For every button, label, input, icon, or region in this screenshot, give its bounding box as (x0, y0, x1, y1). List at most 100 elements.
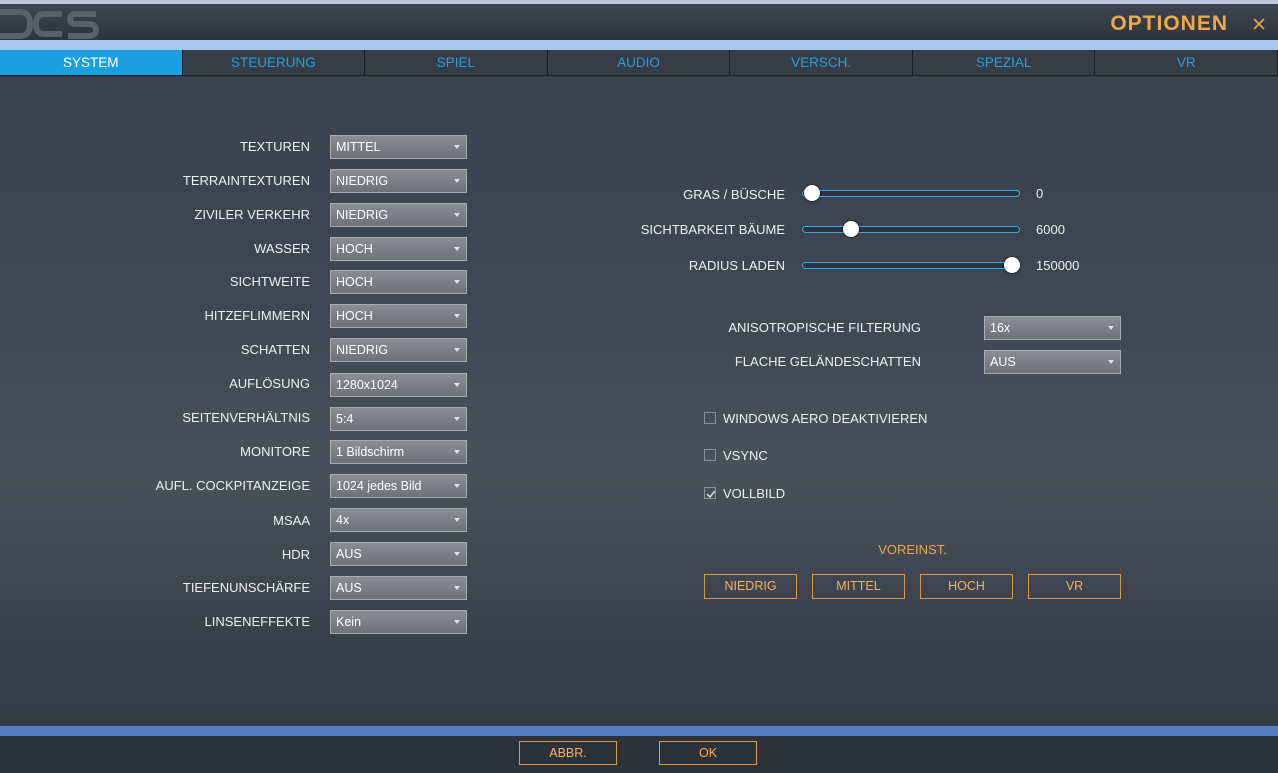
preset-mittel-button[interactable]: MITTEL (812, 574, 905, 599)
setting-label-aufloesung: AUFLÖSUNG (229, 376, 310, 391)
window-title: OPTIONEN (1110, 12, 1228, 35)
select-gelaendeschatten[interactable]: AUS (984, 350, 1121, 374)
preset-niedrig-button[interactable]: NIEDRIG (704, 574, 797, 599)
setting-label-anisotropisch: ANISOTROPISCHE FILTERUNG (728, 320, 921, 335)
select-value: AUS (336, 581, 362, 595)
setting-label-tiefenunschaerfe: TIEFENUNSCHÄRFE (182, 580, 310, 595)
slider-value-gras: 0 (1036, 186, 1044, 201)
chevron-down-icon (454, 213, 460, 217)
footer: ABBR. OK (0, 736, 1278, 773)
close-icon[interactable] (1252, 17, 1266, 31)
setting-label-ziviler-verkehr: ZIVILER VERKEHR (194, 207, 310, 222)
slider-gras[interactable] (802, 185, 1020, 201)
select-value: NIEDRIG (336, 208, 389, 222)
setting-label-gelaendeschatten: FLACHE GELÄNDESCHATTEN (734, 354, 921, 369)
select-seitenverhaeltnis[interactable]: 5:4 (330, 407, 467, 431)
select-linseneffekte[interactable]: Kein (330, 610, 467, 634)
slider-label-radius: RADIUS LADEN (688, 258, 785, 273)
tab-spiel[interactable]: SPIEL (365, 50, 548, 75)
setting-label-schatten: SCHATTEN (240, 342, 310, 357)
slider-radius[interactable] (802, 257, 1021, 273)
checkbox-label-aero: WINDOWS AERO DEAKTIVIEREN (723, 411, 928, 426)
setting-label-seitenverhaeltnis: SEITENVERHÄLTNIS (182, 410, 310, 425)
chevron-down-icon (454, 383, 460, 387)
chevron-down-icon (454, 247, 460, 251)
select-texturen[interactable]: MITTEL (330, 135, 467, 159)
select-value: NIEDRIG (336, 174, 389, 188)
select-sichtweite[interactable]: HOCH (330, 270, 467, 294)
dcs-logo (0, 9, 100, 39)
slider-label-gras: GRAS / BÜSCHE (683, 187, 785, 202)
select-value: 5:4 (336, 412, 354, 426)
preset-vr-button[interactable]: VR (1028, 574, 1121, 599)
tab-system[interactable]: SYSTEM (0, 50, 183, 75)
presets-title: VOREINST. (878, 542, 947, 557)
select-terraintexturen[interactable]: NIEDRIG (330, 169, 467, 193)
setting-label-sichtweite: SICHTWEITE (229, 274, 310, 289)
select-value: Kein (336, 615, 362, 629)
select-value: 1024 jedes Bild (336, 479, 422, 493)
select-value: NIEDRIG (336, 343, 389, 357)
checkmark-icon (706, 490, 716, 499)
select-ziviler-verkehr[interactable]: NIEDRIG (330, 203, 467, 227)
chevron-down-icon (454, 620, 460, 624)
checkbox-vollbild[interactable] (704, 487, 716, 499)
checkbox-vsync[interactable] (704, 449, 716, 461)
select-value: MITTEL (336, 140, 381, 154)
slider-value-baeume: 6000 (1036, 222, 1065, 237)
select-value: HOCH (336, 309, 373, 323)
slider-baeume[interactable] (802, 221, 1020, 237)
chevron-down-icon (454, 484, 460, 488)
setting-label-linseneffekte: LINSENEFFEKTE (204, 614, 310, 629)
slider-value-radius: 150000 (1036, 258, 1080, 273)
ok-button[interactable]: OK (659, 741, 757, 765)
setting-label-monitore: MONITORE (240, 444, 310, 459)
tab-versch[interactable]: VERSCH. (730, 50, 913, 75)
checkbox-label-vollbild: VOLLBILD (723, 486, 786, 501)
tab-steuerung[interactable]: STEUERUNG (183, 50, 366, 75)
select-cockpitanzeige[interactable]: 1024 jedes Bild (330, 474, 467, 498)
tab-audio[interactable]: AUDIO (548, 50, 731, 75)
header-divider (0, 40, 1278, 50)
select-value: HOCH (336, 242, 373, 256)
select-value: 16x (990, 321, 1011, 335)
select-wasser[interactable]: HOCH (330, 237, 467, 261)
chevron-down-icon (454, 586, 460, 590)
setting-label-hitzeflimmern: HITZEFLIMMERN (204, 308, 310, 323)
tab-spezial[interactable]: SPEZIAL (913, 50, 1096, 75)
select-value: HOCH (336, 275, 373, 289)
cancel-button[interactable]: ABBR. (519, 741, 617, 765)
select-aufloesung[interactable]: 1280x1024 (330, 373, 467, 397)
chevron-down-icon (454, 145, 460, 149)
setting-label-msaa: MSAA (273, 513, 310, 528)
chevron-down-icon (454, 450, 460, 454)
chevron-down-icon (1108, 360, 1114, 364)
select-monitore[interactable]: 1 Bildschirm (330, 440, 467, 464)
select-hitzeflimmern[interactable]: HOCH (330, 304, 467, 328)
title-bar: OPTIONEN (0, 4, 1278, 40)
tab-vr[interactable]: VR (1095, 50, 1278, 75)
preset-hoch-button[interactable]: HOCH (920, 574, 1013, 599)
select-value: AUS (990, 355, 1016, 369)
chevron-down-icon (454, 518, 460, 522)
setting-label-wasser: WASSER (254, 241, 310, 256)
select-value: 4x (336, 513, 350, 527)
tab-bar: SYSTEM STEUERUNG SPIEL AUDIO VERSCH. SPE… (0, 50, 1278, 76)
select-schatten[interactable]: NIEDRIG (330, 338, 467, 362)
chevron-down-icon (454, 314, 460, 318)
select-anisotropisch[interactable]: 16x (984, 316, 1121, 340)
select-value: 1 Bildschirm (336, 445, 405, 459)
setting-label-cockpitanzeige: AUFL. COCKPITANZEIGE (155, 478, 310, 493)
slider-thumb[interactable] (803, 185, 820, 201)
chevron-down-icon (454, 417, 460, 421)
slider-thumb[interactable] (842, 221, 859, 237)
select-tiefenunschaerfe[interactable]: AUS (330, 576, 467, 600)
footer-divider (0, 726, 1278, 736)
checkbox-aero[interactable] (704, 412, 716, 424)
chevron-down-icon (454, 280, 460, 284)
setting-label-texturen: TEXTUREN (239, 139, 310, 154)
setting-label-terraintexturen: TERRAINTEXTUREN (182, 173, 310, 188)
select-msaa[interactable]: 4x (330, 508, 467, 532)
chevron-down-icon (454, 348, 460, 352)
slider-label-baeume: SICHTBARKEIT BÄUME (640, 222, 785, 237)
